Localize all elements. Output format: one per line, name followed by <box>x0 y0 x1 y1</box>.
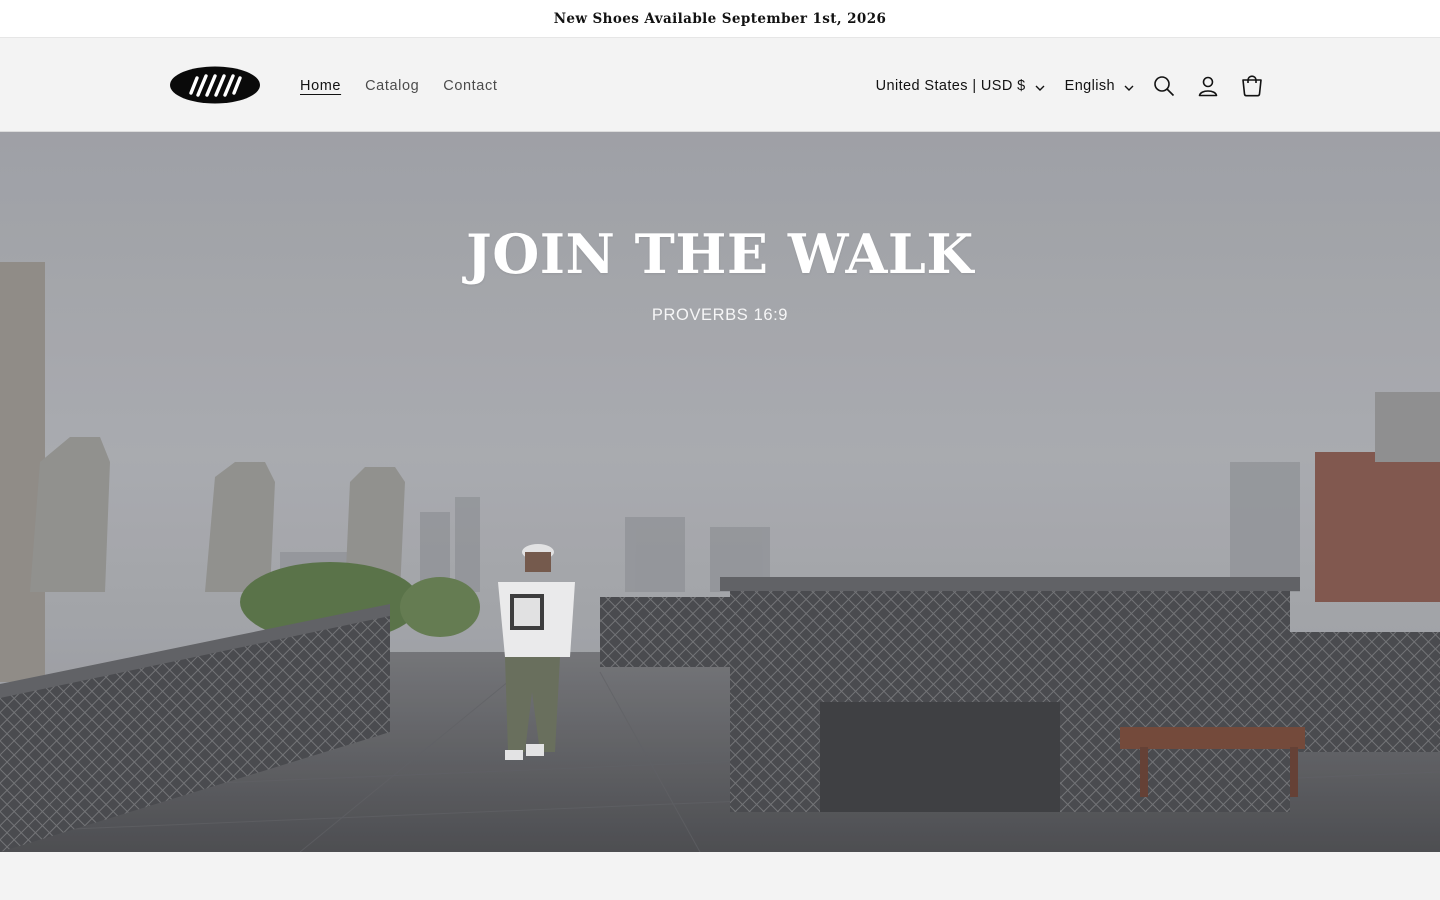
cart-icon[interactable] <box>1230 64 1274 108</box>
main-nav: Home Catalog Contact <box>300 39 497 132</box>
hero-banner: JOIN THE WALK PROVERBS 16:9 <box>0 132 1440 852</box>
brand-logo-icon[interactable] <box>170 66 260 104</box>
nav-home-link[interactable]: Home <box>300 78 341 94</box>
search-icon[interactable] <box>1142 64 1186 108</box>
chevron-down-icon <box>1035 81 1045 91</box>
announcement-bar: New Shoes Available September 1st, 2026 <box>0 0 1440 38</box>
country-selector[interactable]: United States | USD $ <box>876 78 1045 94</box>
hero-title: JOIN THE WALK <box>466 222 974 286</box>
site-header: Home Catalog Contact United States | USD… <box>0 39 1440 132</box>
language-selector-label: English <box>1064 77 1115 94</box>
header-tools: United States | USD $ English <box>876 39 1274 132</box>
language-selector[interactable]: English <box>1065 78 1134 94</box>
hero-subtitle: PROVERBS 16:9 <box>651 306 789 324</box>
account-icon[interactable] <box>1186 64 1230 108</box>
announcement-text: New Shoes Available September 1st, 2026 <box>553 10 887 27</box>
nav-contact-link[interactable]: Contact <box>443 78 497 94</box>
nav-catalog-link[interactable]: Catalog <box>365 78 419 94</box>
chevron-down-icon <box>1124 81 1134 91</box>
next-section <box>0 852 1440 900</box>
country-selector-label: United States | USD $ <box>875 77 1026 94</box>
